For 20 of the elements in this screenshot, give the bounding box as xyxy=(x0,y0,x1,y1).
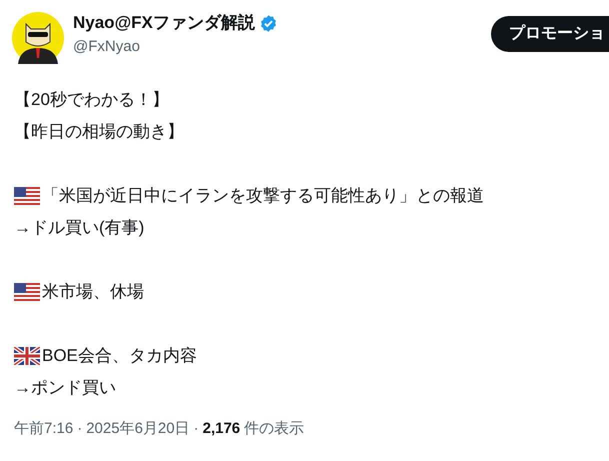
author-name[interactable]: Nyao@FXファンダ解説 xyxy=(73,12,255,34)
post-text-line: 【昨日の相場の動き】 xyxy=(14,121,184,144)
view-count: 2,176 xyxy=(202,419,240,439)
uk-flag-icon xyxy=(14,347,40,365)
post-time[interactable]: 午前7:16 xyxy=(14,418,74,440)
post-text-line: →ポンド買い xyxy=(14,377,116,400)
us-flag-icon xyxy=(14,283,40,301)
post-date[interactable]: 2025年6月20日 xyxy=(86,418,190,440)
post-text-line: 【20秒でわかる！】 xyxy=(14,89,169,112)
separator-dot: · xyxy=(77,419,82,439)
post-text-line: BOE会合、タカ内容 xyxy=(42,345,197,368)
post-text-line: 「米国が近日中にイランを攻撃する可能性あり」との報道 xyxy=(42,185,484,208)
avatar-drawing[interactable] xyxy=(12,12,64,64)
post-text-line: 米市場、休場 xyxy=(42,281,144,304)
post-text-line: →ドル買い(有事) xyxy=(14,217,144,240)
separator-dot: · xyxy=(194,419,199,439)
author-handle[interactable]: @FxNyao xyxy=(73,37,278,57)
us-flag-icon xyxy=(14,187,40,205)
promote-button[interactable]: プロモーショ xyxy=(491,16,609,52)
views-label: 件の表示 xyxy=(244,419,304,439)
